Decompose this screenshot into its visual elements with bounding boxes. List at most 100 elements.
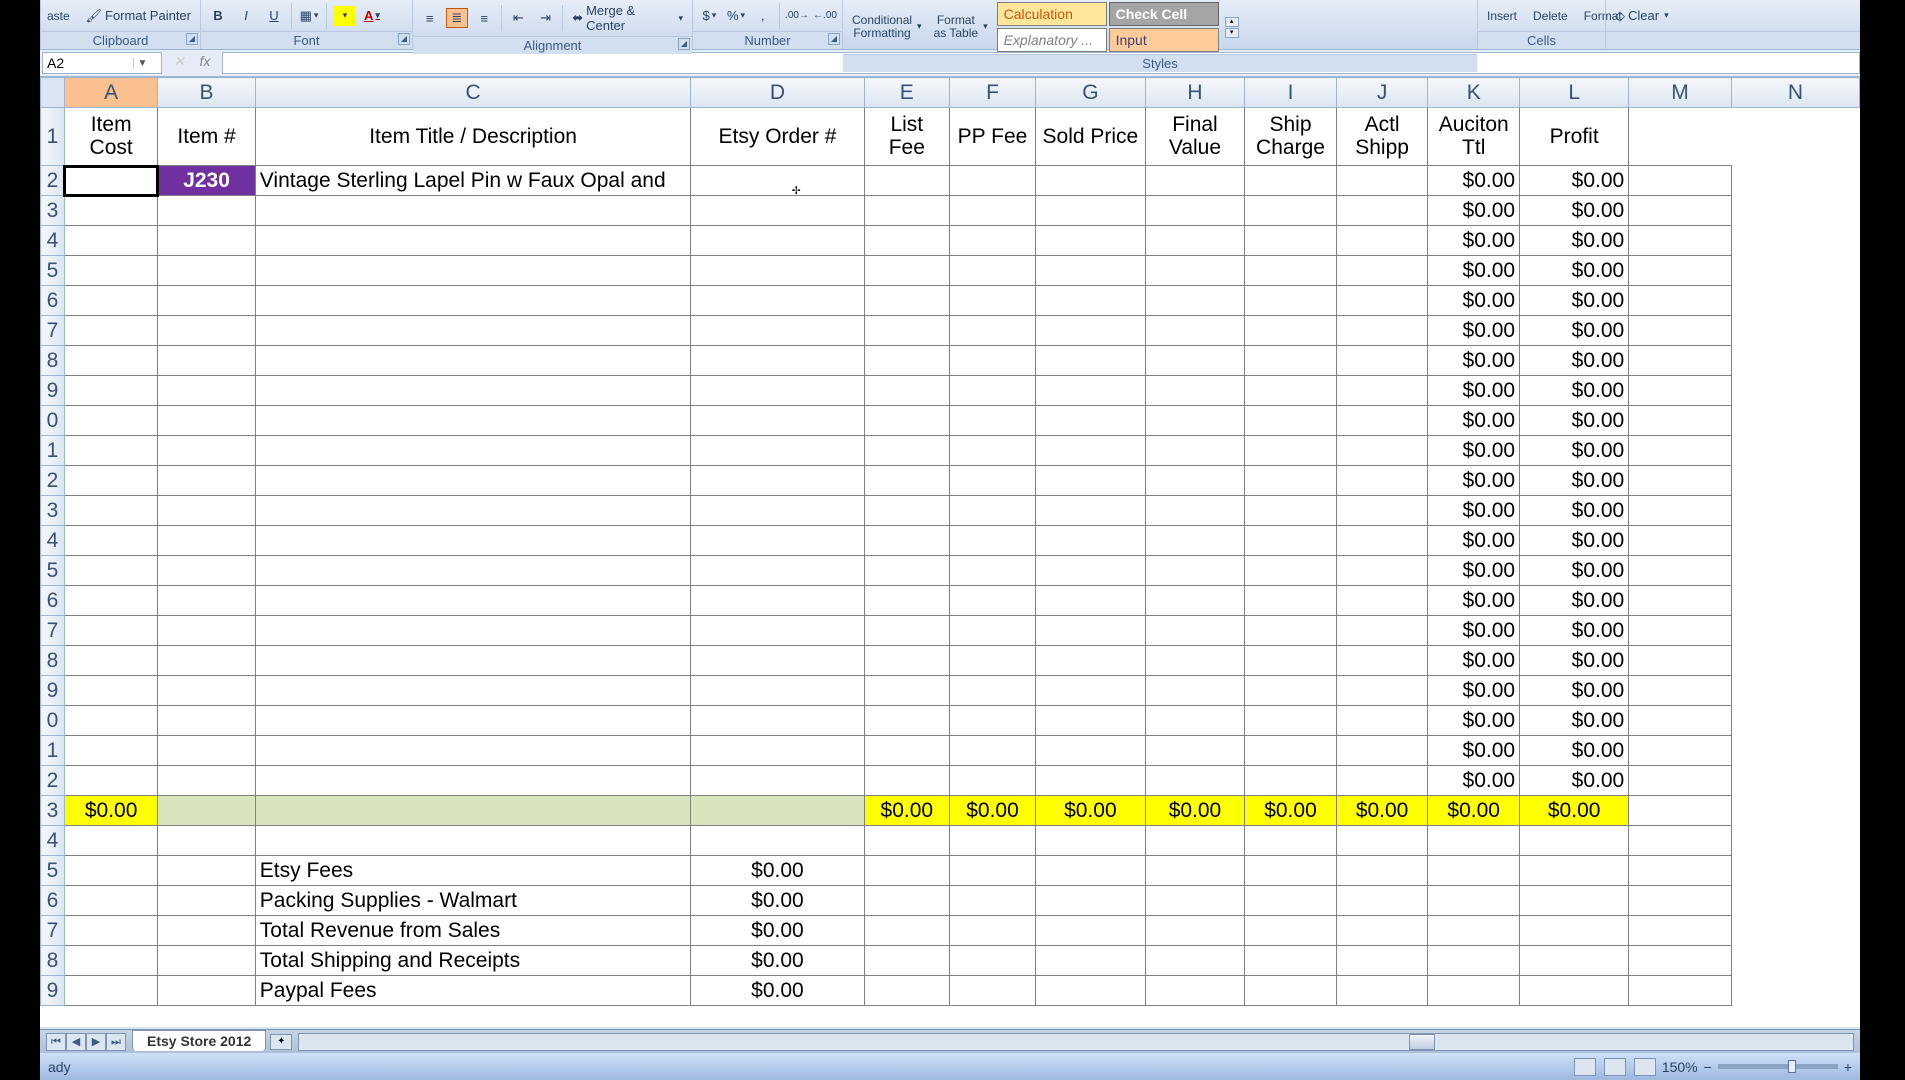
row-header[interactable]: 3 [41,196,65,226]
cell[interactable] [1245,526,1337,556]
summary-value[interactable]: $0.00 [691,976,864,1006]
cell[interactable]: $0.00 [1428,376,1520,406]
cell[interactable] [1336,976,1427,1006]
view-normal-button[interactable] [1574,1058,1596,1076]
sheet-tab-active[interactable]: Etsy Store 2012 [132,1030,266,1051]
zoom-in-button[interactable]: + [1844,1059,1852,1075]
cell[interactable] [158,466,255,496]
cell[interactable] [1336,466,1427,496]
cell[interactable]: $0.00 [1520,286,1629,316]
cell[interactable] [1035,226,1145,256]
cell[interactable] [255,256,691,286]
cell[interactable] [864,946,950,976]
cell[interactable]: $0.00 [1520,406,1629,436]
cell[interactable] [864,406,950,436]
fill-color-button[interactable] [333,6,355,26]
cell[interactable] [1145,166,1244,196]
cell[interactable] [255,466,691,496]
cell[interactable] [950,256,1036,286]
cell[interactable] [1629,166,1732,196]
cell[interactable]: $0.00 [1520,556,1629,586]
cell[interactable] [255,346,691,376]
cell[interactable] [1145,196,1244,226]
cell[interactable] [158,406,255,436]
cell[interactable] [64,946,157,976]
cell[interactable] [864,916,950,946]
cell[interactable] [1145,706,1244,736]
cell[interactable] [1245,856,1337,886]
cell[interactable] [255,676,691,706]
cell[interactable] [950,826,1036,856]
cell[interactable] [691,316,864,346]
cell[interactable]: $0.00 [1520,196,1629,226]
cell[interactable] [950,646,1036,676]
cell[interactable] [1035,856,1145,886]
cell[interactable] [1336,196,1427,226]
cell[interactable] [1336,856,1427,886]
cell[interactable] [1145,496,1244,526]
cell[interactable] [1629,976,1732,1006]
cell[interactable]: $0.00 [1145,796,1244,826]
cell[interactable] [1629,496,1732,526]
cell[interactable] [1245,196,1337,226]
cell[interactable]: $0.00 [950,796,1036,826]
cell[interactable] [1035,286,1145,316]
cell[interactable] [1035,706,1145,736]
cell[interactable] [1035,646,1145,676]
cell[interactable] [1336,586,1427,616]
cell[interactable] [1145,226,1244,256]
summary-label[interactable]: Packing Supplies - Walmart [255,886,691,916]
cell[interactable] [1145,616,1244,646]
cell[interactable] [158,616,255,646]
cell[interactable]: $0.00 [64,796,157,826]
cell[interactable] [1245,376,1337,406]
cell[interactable] [1245,766,1337,796]
format-as-table-button[interactable]: Format as Table [931,13,991,40]
cell[interactable] [1336,886,1427,916]
cell[interactable] [691,586,864,616]
cell[interactable] [864,166,950,196]
cell[interactable] [1428,916,1520,946]
cell[interactable] [64,916,157,946]
cell[interactable] [1245,736,1337,766]
cell[interactable] [255,526,691,556]
cell[interactable] [1145,646,1244,676]
cell[interactable] [1629,856,1732,886]
cell[interactable] [1245,946,1337,976]
row-header[interactable]: 9 [41,676,65,706]
percent-button[interactable]: % [726,6,747,26]
name-box[interactable]: ▼ [42,52,162,74]
cell[interactable] [1629,526,1732,556]
underline-button[interactable]: U [263,6,285,26]
row-header[interactable]: 6 [41,586,65,616]
summary-value[interactable]: $0.00 [691,916,864,946]
column-header[interactable]: D [691,78,864,108]
cell[interactable] [864,676,950,706]
cell[interactable] [255,736,691,766]
cell[interactable] [1035,826,1145,856]
cell[interactable]: $0.00 [1520,496,1629,526]
cell[interactable] [158,766,255,796]
paste-button-partial[interactable]: aste [47,9,70,23]
zoom-thumb[interactable] [1788,1060,1796,1073]
header-cell[interactable]: Item Title / Description [255,108,691,166]
cell[interactable] [1336,706,1427,736]
cell[interactable]: $0.00 [1520,796,1629,826]
cell[interactable] [1145,856,1244,886]
cell[interactable] [1629,646,1732,676]
cell[interactable] [1035,376,1145,406]
cell[interactable] [1336,946,1427,976]
cell[interactable] [158,526,255,556]
cell[interactable] [1145,886,1244,916]
cell[interactable] [158,946,255,976]
cell[interactable] [1520,856,1629,886]
align-right-button[interactable]: ≡ [474,8,495,28]
cell[interactable] [64,976,157,1006]
cell[interactable] [1336,346,1427,376]
cell[interactable] [255,796,691,826]
clipboard-expand-icon[interactable]: ◢ [186,33,198,45]
cell[interactable]: $0.00 [1520,226,1629,256]
row-header[interactable]: 2 [41,166,65,196]
cell[interactable] [1035,256,1145,286]
cell[interactable] [1428,886,1520,916]
